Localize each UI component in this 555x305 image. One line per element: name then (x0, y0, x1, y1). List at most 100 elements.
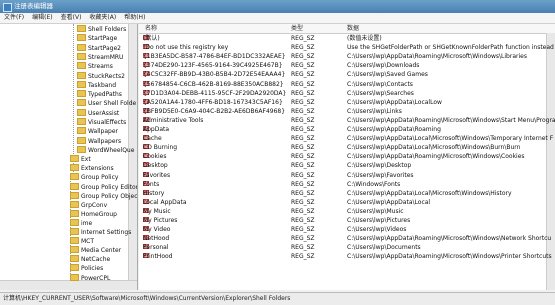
column-header-type[interactable]: 类型 (291, 24, 303, 33)
folder-icon (77, 52, 86, 60)
list-row[interactable]: ab Favorites REG_SZ C:\Users\lwp\Favorites (139, 171, 555, 181)
value-data: C:\Users\lwp\Links (347, 107, 402, 115)
list-row[interactable]: ab Personal REG_SZ C:\Users\lwp\Documents (139, 244, 555, 253)
list-row[interactable]: ab {BFB9D5E0-C6A9-404C-B2B2-AE6DB6AF4968}… (139, 107, 555, 117)
tree-item-label: Wallpapers (88, 137, 122, 145)
list-row[interactable]: ab Local AppData REG_SZ C:\Users\lwp\AppDat… (139, 198, 555, 208)
tree-item-label: User Shell Folde (88, 100, 137, 108)
tree-item-label: NetCache (81, 256, 111, 264)
tree-item[interactable]: Shell Folders (77, 25, 126, 34)
tree-item[interactable]: User Shell Folde (77, 99, 136, 108)
list-row[interactable]: ab {7D1D3A04-DEBB-4115-95CF-2F29DA2920DA}… (139, 89, 555, 99)
tree-item[interactable]: TypedPaths (77, 90, 122, 99)
list-row[interactable]: ab {374DE290-123F-4565-9164-39C4925E467B}… (139, 62, 555, 71)
value-data: C:\Users\lwp\AppData\Roaming\Microsoft\W… (347, 53, 527, 61)
tree-item[interactable]: Wallpaper (77, 127, 118, 136)
tree-item[interactable]: Internet Settings (70, 228, 131, 237)
menu-item[interactable]: 帮助(H) (120, 13, 149, 23)
tree-item[interactable]: NetCache (70, 255, 110, 264)
value-type: REG_SZ (291, 162, 315, 170)
list-row[interactable]: ab {56784854-C6CB-462B-8169-88E350ACB882}… (139, 80, 555, 90)
value-type: REG_SZ (291, 35, 315, 42)
tree-item[interactable]: Streams (77, 62, 113, 71)
tree-item[interactable]: WordWheelQue (77, 145, 134, 155)
tree-item[interactable]: StartPage (77, 34, 117, 43)
menu-item[interactable]: 收藏夹(A) (85, 13, 120, 23)
tree-item[interactable]: GrpConv (70, 200, 107, 210)
tree-item[interactable]: Taskband (77, 80, 116, 90)
value-type: REG_SZ (291, 226, 315, 234)
tree-item[interactable]: UserAssist (77, 108, 119, 118)
value-type: REG_SZ (291, 89, 315, 97)
list-row[interactable]: ab My Music REG_SZ C:\Users\lwp\Music (139, 207, 555, 217)
tree-item-label: TypedPaths (88, 91, 122, 99)
list-row[interactable]: ab !Do not use this registry key REG_SZ Use… (139, 44, 555, 53)
list-row[interactable]: ab Fonts REG_SZ C:\Windows\Fonts (139, 180, 555, 190)
tree-item[interactable]: Wallpapers (77, 136, 122, 146)
tree-item[interactable]: HomeGroup (70, 209, 117, 219)
list-row[interactable]: ab My Video REG_SZ C:\Users\lwp\Videos (139, 226, 555, 235)
list-row[interactable]: ab Administrative Tools REG_SZ C:\Users\lwp… (139, 116, 555, 126)
value-data: C:\Users\lwp\Music (347, 207, 404, 215)
list-row[interactable]: ab CD Burning REG_SZ C:\Users\lwp\AppData\L… (139, 144, 555, 153)
folder-icon (70, 264, 79, 272)
list-row[interactable]: ab History REG_SZ C:\Users\lwp\AppData\Loca… (139, 189, 555, 199)
value-data: C:\Users\lwp\AppData\Local\Microsoft\Win… (347, 144, 521, 152)
tree-horizontal-scrollbar[interactable] (0, 280, 137, 290)
value-data: C:\Users\lwp\AppData\LocalLow (347, 98, 442, 106)
list-row[interactable]: ab {4C5C32FF-BB9D-43B0-B5B4-2D72E54EAAA4}… (139, 71, 555, 80)
tree-item[interactable]: Policies (70, 264, 103, 273)
tree-item[interactable]: ime (70, 218, 93, 228)
value-data: C:\Users\lwp\AppData\Local\Microsoft\Win… (347, 189, 512, 197)
value-data: Use the SHGetFolderPath or SHGetKnownFol… (347, 44, 554, 52)
value-name: Fonts (143, 180, 160, 188)
tree-item[interactable]: StreamMRU (77, 52, 123, 62)
list-row[interactable]: ab Cookies REG_SZ C:\Users\lwp\AppData\Roam… (139, 153, 555, 162)
list-row[interactable]: ab (默认) REG_SZ (数值未设置) (139, 35, 555, 44)
value-type: REG_SZ (291, 71, 315, 79)
tree-item[interactable]: MCT (70, 237, 94, 246)
column-header-data[interactable]: 数据 (347, 24, 359, 33)
tree-item[interactable]: Group Policy Editor (70, 182, 137, 192)
value-data: C:\Users\lwp\Contacts (347, 80, 413, 88)
regedit-icon (3, 3, 12, 12)
value-type: REG_SZ (291, 217, 315, 224)
tree-item-label: Streams (88, 63, 113, 71)
value-data: C:\Users\lwp\AppData\Local\Microsoft\Win… (347, 135, 554, 143)
value-name: History (143, 189, 165, 197)
menu-item[interactable]: 编辑(E) (28, 13, 56, 23)
value-data: C:\Users\lwp\AppData\Roaming\Microsoft\W… (347, 253, 552, 261)
tree-item[interactable]: Group Policy Objec (70, 191, 137, 201)
tree-item[interactable]: Media Center (70, 246, 121, 255)
key-tree-pane[interactable]: Shell Folders StartPage StartPage2 StreamMR… (0, 24, 138, 290)
list-row[interactable]: ab AppData REG_SZ C:\Users\lwp\AppData\Roam… (139, 126, 555, 135)
tree-item-label: Wallpaper (88, 128, 119, 136)
value-name: {374DE290-123F-4565-9164-39C4925E467B} (143, 62, 283, 70)
folder-icon (77, 99, 86, 107)
list-row[interactable]: ab My Pictures REG_SZ C:\Users\lwp\Pictures (139, 217, 555, 226)
tree-item[interactable]: VisualEffects (77, 118, 126, 127)
menu-item[interactable]: 查看(V) (57, 13, 86, 23)
tree-item[interactable]: Extensions (70, 164, 114, 173)
list-row[interactable]: ab NetHood REG_SZ C:\Users\lwp\AppData\Roam… (139, 235, 555, 244)
list-row[interactable]: ab Cache REG_SZ C:\Users\lwp\AppData\Local\… (139, 135, 555, 144)
tree-item[interactable]: StuckRects2 (77, 71, 125, 81)
list-row[interactable]: ab Desktop REG_SZ C:\Users\lwp\Desktop (139, 162, 555, 171)
menu-item[interactable]: 文件(F) (0, 13, 28, 23)
column-header-name[interactable]: 名称 (145, 24, 157, 33)
list-row[interactable]: ab {A520A1A4-1780-4FF6-BD18-167343C5AF16}… (139, 98, 555, 108)
value-name: AppData (143, 126, 170, 133)
tree-item-label: ime (81, 219, 93, 227)
value-name: NetHood (143, 235, 170, 243)
tree-item[interactable]: StartPage2 (77, 43, 121, 53)
tree-item[interactable]: Ext (70, 155, 91, 164)
tree-item[interactable]: PowerCPL (70, 273, 110, 283)
tree-item-label: Extensions (81, 165, 114, 173)
list-row[interactable]: ab {1B3EA5DC-B587-4786-B4EF-BD1DC332AEAE}… (139, 53, 555, 62)
value-name: !Do not use this registry key (143, 44, 229, 52)
list-row[interactable]: ab PrintHood REG_SZ C:\Users\lwp\AppData\Ro… (139, 253, 555, 262)
tree-item-label: Media Center (81, 247, 122, 255)
values-list-pane[interactable]: 名称 类型 数据 ab (默认) REG_SZ (数值未设置) ab !Do not us… (139, 24, 555, 290)
tree-item[interactable]: Group Policy (70, 173, 118, 182)
value-name: {7D1D3A04-DEBB-4115-95CF-2F29DA2920DA} (143, 89, 287, 97)
